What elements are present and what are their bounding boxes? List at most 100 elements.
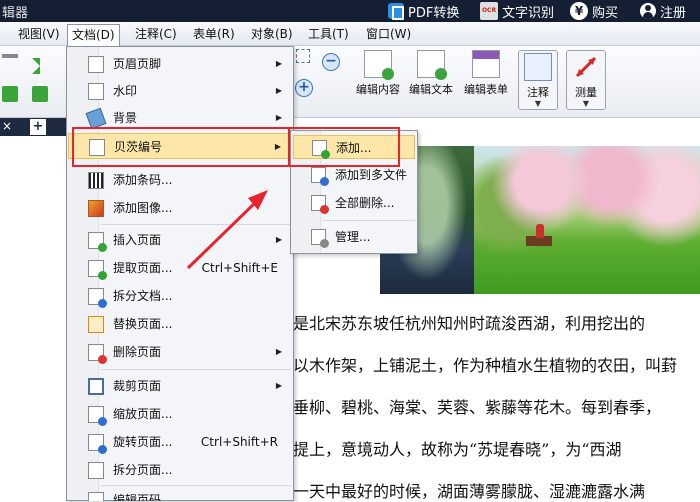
menu-view[interactable]: 视图(V) xyxy=(14,24,64,44)
insert-page-icon xyxy=(88,232,107,252)
comment-tool[interactable]: 注释 ▼ xyxy=(518,50,558,110)
menu-item-label: 旋转页面... xyxy=(113,435,173,449)
edit-page-number-icon xyxy=(88,492,104,501)
pen-icon[interactable] xyxy=(2,54,18,58)
menu-item-rotate-page[interactable]: 旋转页面... Ctrl+Shift+R xyxy=(68,429,292,455)
arrow-right-icon[interactable] xyxy=(32,86,48,102)
menu-comment[interactable]: 注释(C) xyxy=(131,24,181,44)
menu-tools[interactable]: 工具(T) xyxy=(304,24,353,44)
menu-item-label: 添加图像... xyxy=(113,201,173,215)
edit-text-icon xyxy=(417,50,447,80)
menu-item-label: 插入页面 xyxy=(113,233,162,247)
menu-separator xyxy=(101,485,291,486)
comment-label: 注释 xyxy=(527,86,549,99)
menu-item-insert-page[interactable]: 插入页面 ▶ xyxy=(68,227,292,253)
menu-shortcut: Ctrl+Shift+E xyxy=(201,261,278,275)
annotation-highlight-bates xyxy=(72,127,290,167)
menu-bar: 视图(V) 文档(D) 注释(C) 表单(R) 对象(B) 工具(T) 窗口(W… xyxy=(0,22,700,46)
measure-label: 测量 xyxy=(575,86,597,99)
measure-tool[interactable]: 测量 ▼ xyxy=(566,50,606,110)
forward-icon[interactable] xyxy=(2,86,18,102)
submenu-item-delete-all[interactable]: 全部删除... xyxy=(293,191,415,215)
submenu-separator xyxy=(323,220,415,221)
menu-item-label: 拆分页面... xyxy=(113,463,173,477)
comment-dropdown-icon: ▼ xyxy=(534,99,542,108)
menu-item-header-footer[interactable]: 页眉页脚 ▶ xyxy=(68,51,292,77)
menu-item-split-page[interactable]: 拆分页面... xyxy=(68,457,292,483)
submenu-arrow-icon: ▶ xyxy=(275,235,282,244)
menu-item-edit-page-number[interactable]: 编辑页码 xyxy=(68,487,292,501)
extract-page-icon xyxy=(88,260,107,280)
watermark-icon xyxy=(88,83,104,100)
split-document-icon xyxy=(88,288,107,308)
menu-item-label: 裁剪页面 xyxy=(113,379,162,393)
doc-text-line: 以木作架，上铺泥土，作为种植水生植物的农田，叫葑 xyxy=(293,356,678,375)
edit-content-icon xyxy=(364,50,394,80)
edit-content-label: 编辑内容 xyxy=(356,83,400,96)
pdf-convert-icon xyxy=(388,3,404,20)
menu-item-label: 删除页面 xyxy=(113,345,162,359)
marquee-zoom-icon[interactable] xyxy=(296,49,310,63)
edit-content-tool[interactable]: 编辑内容 xyxy=(352,50,404,97)
menu-document[interactable]: 文档(D) xyxy=(67,24,120,46)
register-button[interactable]: 注册 xyxy=(640,0,686,22)
submenu-item-label: 管理... xyxy=(335,230,371,244)
rotate-page-icon xyxy=(88,434,107,454)
menu-separator xyxy=(101,224,291,225)
barcode-icon xyxy=(88,172,104,189)
pdf-convert-button[interactable]: PDF转换 xyxy=(388,0,459,22)
annotation-highlight-add xyxy=(288,127,400,167)
user-icon xyxy=(640,3,656,19)
menu-item-add-barcode[interactable]: 添加条码... xyxy=(68,167,292,193)
close-tab-icon[interactable]: × xyxy=(2,119,12,133)
edit-form-label: 编辑表单 xyxy=(464,83,508,96)
edit-form-tool[interactable]: 编辑表单 xyxy=(460,50,512,97)
arrow-left-icon[interactable] xyxy=(32,58,40,74)
submenu-arrow-icon: ▶ xyxy=(275,59,282,68)
menu-item-crop-page[interactable]: 裁剪页面 ▶ xyxy=(68,373,292,399)
pdf-convert-label: PDF转换 xyxy=(408,5,460,21)
submenu-arrow-icon: ▶ xyxy=(275,86,282,95)
menu-window[interactable]: 窗口(W) xyxy=(362,24,415,44)
image-icon xyxy=(88,200,104,217)
comment-icon xyxy=(524,53,552,81)
edit-text-tool[interactable]: 编辑文本 xyxy=(406,50,456,97)
split-page-icon xyxy=(88,462,104,479)
menu-item-label: 水印 xyxy=(113,84,138,98)
register-label: 注册 xyxy=(660,5,687,21)
manage-icon xyxy=(311,229,329,248)
doc-text-line: 提上，意境动人，故称为“苏堤春晓”，为“西湖 xyxy=(293,440,622,459)
submenu-arrow-icon: ▶ xyxy=(275,381,282,390)
blossom-park-photo xyxy=(474,146,700,294)
add-multiple-files-icon xyxy=(311,167,329,186)
measure-icon xyxy=(572,53,600,81)
menu-item-label: 提取页面... xyxy=(113,261,173,275)
submenu-item-manage[interactable]: 管理... xyxy=(293,225,415,249)
doc-text-line: 是北宋苏东坡任杭州知州时疏浚西湖，利用挖出的 xyxy=(293,314,646,333)
menu-item-label: 替换页面... xyxy=(113,317,173,331)
new-tab-button[interactable]: + xyxy=(30,119,46,135)
menu-shortcut: Ctrl+Shift+R xyxy=(200,435,278,449)
zoom-in-button[interactable]: + xyxy=(295,79,313,97)
menu-item-replace-page[interactable]: 替换页面... xyxy=(68,311,292,337)
menu-item-scale-page[interactable]: 缩放页面... xyxy=(68,401,292,427)
measure-dropdown-icon: ▼ xyxy=(582,99,590,108)
menu-item-watermark[interactable]: 水印 ▶ xyxy=(68,78,292,104)
menu-item-split-document[interactable]: 拆分文档... xyxy=(68,283,292,309)
ocr-button[interactable]: OCR 文字识别 xyxy=(480,0,554,22)
menu-item-label: 缩放页面... xyxy=(113,407,173,421)
menu-item-delete-page[interactable]: 删除页面 ▶ xyxy=(68,339,292,365)
menu-item-add-image[interactable]: 添加图像... xyxy=(68,195,292,221)
menu-item-label: 添加条码... xyxy=(113,173,173,187)
edit-text-label: 编辑文本 xyxy=(409,83,453,96)
menu-item-extract-page[interactable]: 提取页面... Ctrl+Shift+E xyxy=(68,255,292,281)
edit-form-icon xyxy=(472,50,500,78)
menu-object[interactable]: 对象(B) xyxy=(247,24,297,44)
zoom-out-button[interactable]: − xyxy=(322,53,340,71)
ocr-icon: OCR xyxy=(480,2,498,20)
buy-button[interactable]: ¥ 购买 xyxy=(570,0,618,22)
submenu-item-label: 全部删除... xyxy=(335,196,395,210)
menu-form[interactable]: 表单(R) xyxy=(189,24,239,44)
person-shape xyxy=(536,224,544,238)
ocr-label: 文字识别 xyxy=(502,5,555,21)
